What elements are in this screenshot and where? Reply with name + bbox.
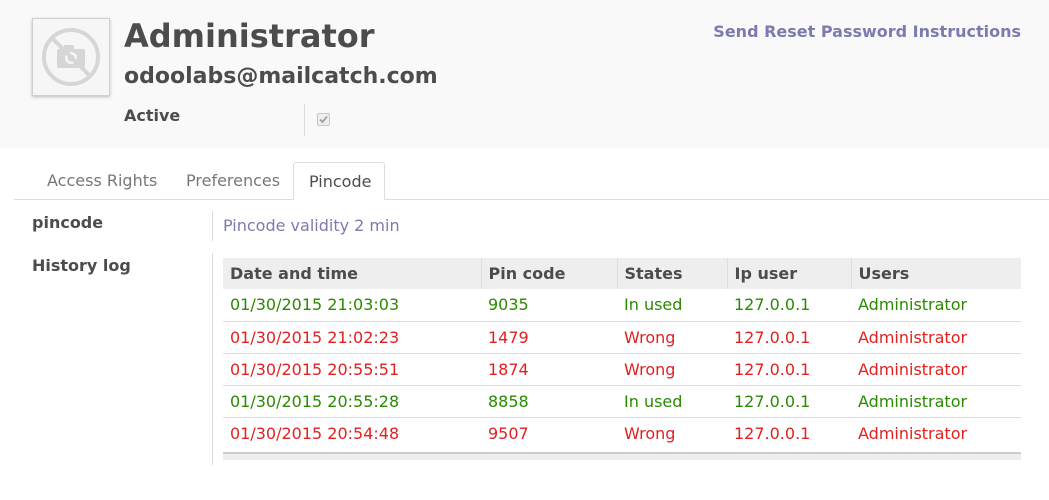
cell-user: Administrator — [851, 320, 1021, 353]
cell-ip: 127.0.0.1 — [727, 416, 851, 449]
cell-pin-code: 9507 — [481, 416, 617, 449]
active-label: Active — [124, 106, 181, 125]
cell-user: Administrator — [851, 384, 1021, 417]
tab-pincode[interactable]: Pincode — [293, 162, 385, 200]
cell-state: Wrong — [617, 416, 727, 449]
cell-state: In used — [617, 384, 727, 417]
pincode-label: pincode — [32, 213, 104, 232]
active-checkbox[interactable] — [317, 113, 330, 126]
avatar[interactable] — [32, 18, 110, 96]
cell-state: Wrong — [617, 320, 727, 353]
user-name-title: Administrator — [124, 17, 375, 55]
cell-state: In used — [624, 295, 683, 315]
checkmark-icon — [319, 115, 328, 124]
send-reset-password-link[interactable]: Send Reset Password Instructions — [713, 22, 1021, 41]
cell-user: Administrator — [851, 416, 1021, 449]
table-row[interactable]: 01/30/2015 20:54:48 9507 Wrong 127.0.0.1… — [223, 416, 1021, 449]
field-divider — [304, 104, 305, 136]
field-divider — [212, 211, 213, 241]
user-email: odoolabs@mailcatch.com — [124, 64, 438, 89]
cell-ip: 127.0.0.1 — [727, 320, 851, 353]
cell-pin-code: 8858 — [481, 384, 617, 417]
cell-user: Administrator — [851, 352, 1021, 385]
column-header-ip-user[interactable]: Ip user — [726, 258, 851, 289]
cell-date: 01/30/2015 21:02:23 — [223, 320, 481, 353]
cell-date: 01/30/2015 20:55:28 — [223, 384, 481, 417]
cell-ip: 127.0.0.1 — [727, 352, 851, 385]
cell-ip: 127.0.0.1 — [734, 295, 811, 315]
history-log-label: History log — [32, 256, 131, 275]
cell-date: 01/30/2015 20:55:51 — [223, 352, 481, 385]
table-row[interactable]: 01/30/2015 21:02:23 1479 Wrong 127.0.0.1… — [223, 320, 1021, 353]
cell-date: 01/30/2015 20:54:48 — [223, 416, 481, 449]
cell-state: Wrong — [617, 352, 727, 385]
table-row[interactable]: 01/30/2015 21:03:03 9035 In used 127.0.0… — [223, 289, 1021, 321]
table-header-row: Date and time Pin code States Ip user Us… — [223, 258, 1021, 289]
table-footer — [223, 452, 1021, 460]
no-photo-camera-icon — [42, 28, 100, 86]
cell-user: Administrator — [858, 295, 968, 315]
cell-ip: 127.0.0.1 — [727, 384, 851, 417]
column-header-date[interactable]: Date and time — [223, 258, 481, 289]
table-row[interactable]: 01/30/2015 20:55:28 8858 In used 127.0.0… — [223, 384, 1021, 417]
tab-preferences[interactable]: Preferences — [171, 162, 295, 200]
column-header-states[interactable]: States — [616, 258, 727, 289]
cell-date: 01/30/2015 21:03:03 — [230, 295, 400, 315]
history-log-table: Date and time Pin code States Ip user Us… — [223, 258, 1021, 449]
column-header-pin-code[interactable]: Pin code — [480, 258, 617, 289]
cell-pin-code: 9035 — [488, 295, 529, 315]
field-divider — [212, 253, 213, 465]
tab-access-rights[interactable]: Access Rights — [32, 162, 172, 200]
cell-pin-code: 1479 — [481, 320, 617, 353]
pincode-validity-value: Pincode validity 2 min — [223, 216, 400, 235]
cell-pin-code: 1874 — [481, 352, 617, 385]
table-row[interactable]: 01/30/2015 20:55:51 1874 Wrong 127.0.0.1… — [223, 352, 1021, 385]
column-header-users[interactable]: Users — [850, 258, 1021, 289]
